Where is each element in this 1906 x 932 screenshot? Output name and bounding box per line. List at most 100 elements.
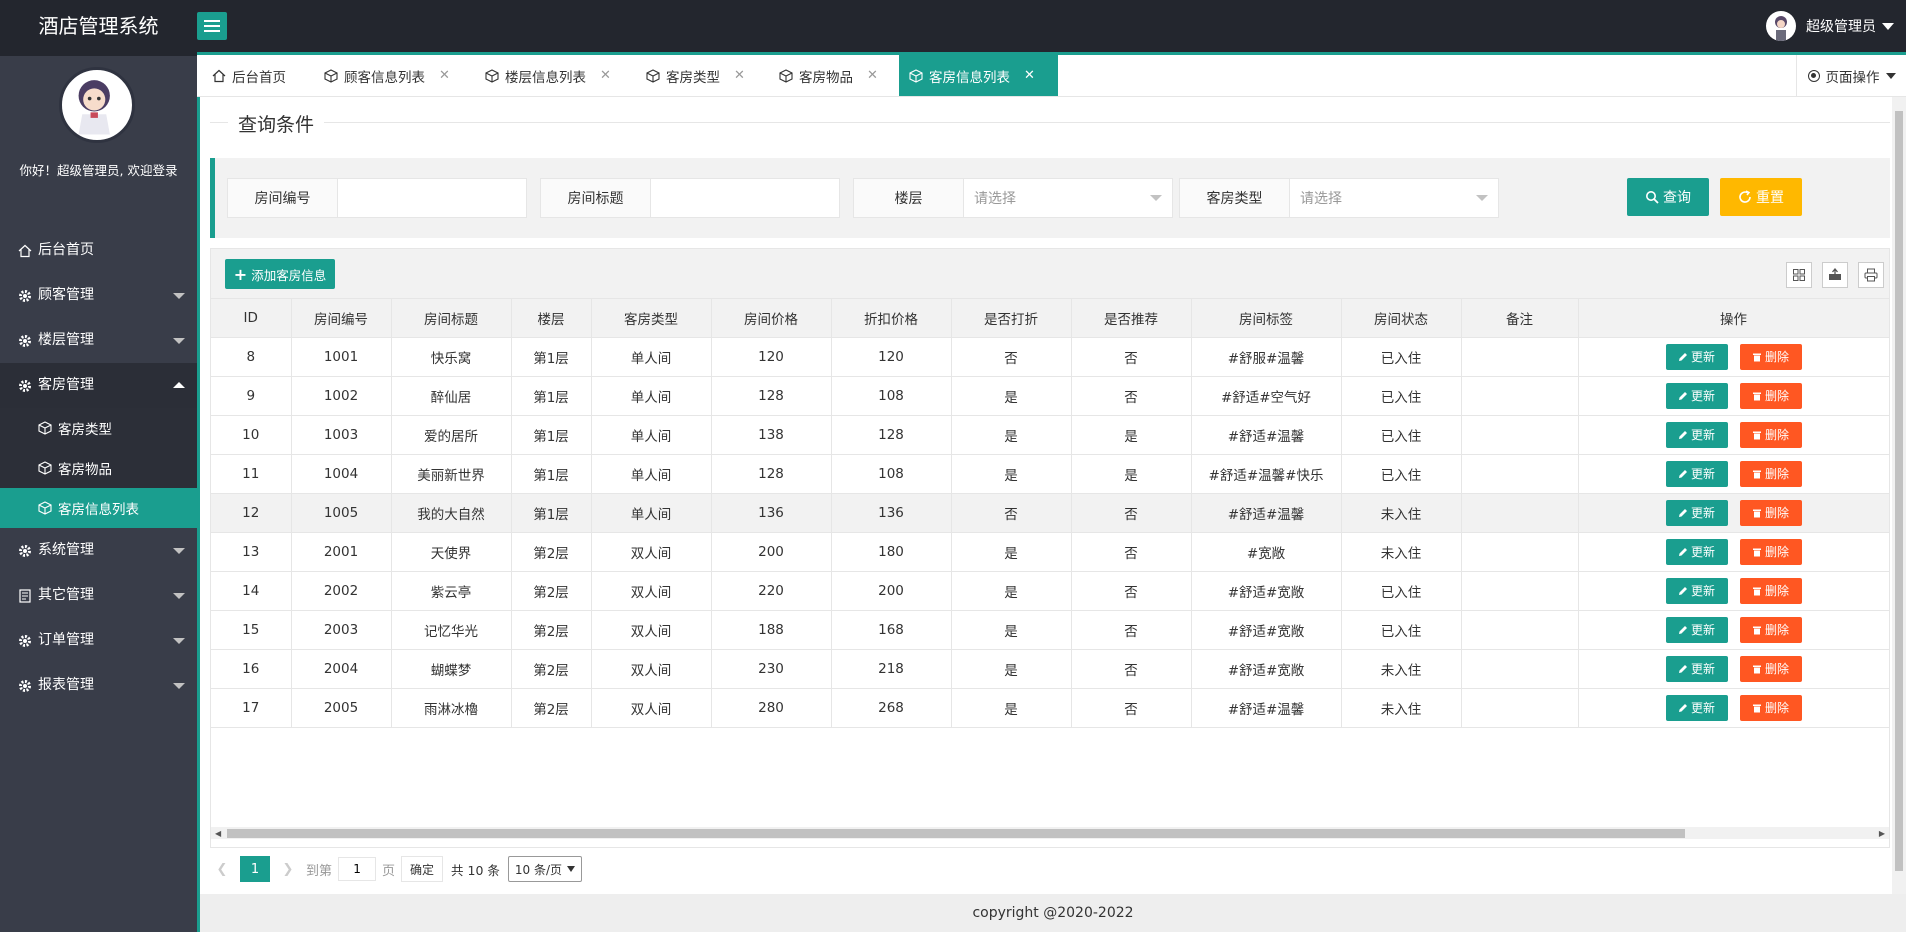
print-icon[interactable] bbox=[1858, 262, 1884, 288]
prev-page-icon[interactable]: ❮ bbox=[210, 856, 234, 882]
tab-room-list[interactable]: 客房信息列表 ✕ bbox=[899, 55, 1058, 96]
search-button[interactable]: 查询 bbox=[1627, 178, 1709, 216]
tab-customers[interactable]: 顾客信息列表 ✕ bbox=[314, 55, 460, 96]
table-row[interactable]: 9 1002 醉仙居 第1层 单人间 128 108 是否 #舒适#空气好 已入住 更新 删除 bbox=[211, 376, 1890, 416]
column-header[interactable]: 客房类型 bbox=[591, 299, 712, 338]
sidebar-item-customers[interactable]: 顾客管理 bbox=[0, 273, 197, 318]
table-row[interactable]: 8 1001 快乐窝 第1层 单人间 120 120 否否 #舒服#温馨 已入住 更新 删除 bbox=[211, 337, 1890, 377]
tab-home[interactable]: 后台首页 bbox=[202, 55, 296, 96]
close-icon[interactable]: ✕ bbox=[439, 68, 450, 83]
scrollbar-thumb[interactable] bbox=[227, 829, 1685, 838]
page-size-select[interactable]: 10 条/页 bbox=[507, 856, 582, 882]
add-room-button[interactable]: + 添加客房信息 bbox=[225, 259, 335, 289]
delete-button[interactable]: 删除 bbox=[1739, 460, 1802, 487]
cell-no: 2004 bbox=[291, 649, 392, 689]
table-row[interactable]: 15 2003 记忆华光 第2层 双人间 188 168 是否 #舒适#宽敞 已入住 更新 删除 bbox=[211, 610, 1890, 650]
room-type-select[interactable]: 请选择 bbox=[1290, 179, 1498, 217]
delete-button[interactable]: 删除 bbox=[1739, 538, 1802, 565]
sidebar-item-floors[interactable]: 楼层管理 bbox=[0, 318, 197, 363]
sidebar-subitem-room-types[interactable]: 客房类型 bbox=[0, 408, 197, 448]
cell-status: 未入住 bbox=[1341, 649, 1462, 689]
delete-button[interactable]: 删除 bbox=[1739, 382, 1802, 409]
tab-floors[interactable]: 楼层信息列表 ✕ bbox=[475, 55, 621, 96]
delete-button[interactable]: 删除 bbox=[1739, 694, 1802, 721]
update-button[interactable]: 更新 bbox=[1665, 421, 1728, 448]
delete-button[interactable]: 删除 bbox=[1739, 655, 1802, 682]
update-label: 更新 bbox=[1690, 623, 1715, 637]
table-row[interactable]: 11 1004 美丽新世界 第1层 单人间 128 108 是是 #舒适#温馨#快乐 已入住 更新删… bbox=[211, 454, 1890, 494]
column-header[interactable]: 备注 bbox=[1461, 299, 1579, 338]
tab-room-types[interactable]: 客房类型 ✕ bbox=[636, 55, 755, 96]
table-row[interactable]: 12 1005 我的大自然 第1层 单人间 136 136 否否 #舒适#温馨 未入住 更新 删除 bbox=[211, 493, 1890, 533]
columns-filter-icon[interactable] bbox=[1786, 262, 1812, 288]
sidebar-item-rooms[interactable]: 客房管理 bbox=[0, 363, 197, 408]
table-row[interactable]: 14 2002 紫云亭 第2层 双人间 220 200 是否 #舒适#宽敞 已入住 更新 删除 bbox=[211, 571, 1890, 611]
table-row[interactable]: 17 2005 雨淋冰櫓 第2层 双人间 280 268 是否 #舒适#温馨 未入住 更新 删除 bbox=[211, 688, 1890, 728]
close-icon[interactable]: ✕ bbox=[867, 68, 878, 83]
room-no-input[interactable] bbox=[338, 179, 526, 217]
close-icon[interactable]: ✕ bbox=[600, 68, 611, 83]
table-row[interactable]: 13 2001 天使界 第2层 双人间 200 180 是否 #宽敞 未入住 更新 删除 bbox=[211, 532, 1890, 572]
update-button[interactable]: 更新 bbox=[1665, 577, 1728, 604]
column-header[interactable]: 折扣价格 bbox=[831, 299, 952, 338]
sidebar-subitem-room-items[interactable]: 客房物品 bbox=[0, 448, 197, 488]
sidebar-item-other[interactable]: 其它管理 bbox=[0, 573, 197, 618]
sidebar-item-system[interactable]: 系统管理 bbox=[0, 528, 197, 573]
column-header[interactable]: 楼层 bbox=[511, 299, 592, 338]
sidebar-item-orders[interactable]: 订单管理 bbox=[0, 618, 197, 663]
cell-note bbox=[1461, 415, 1579, 455]
main-content: 查询条件 房间编号 房间标题 楼层 请选择 客房类型 请选择 查询 重置 + 添… bbox=[200, 97, 1892, 894]
table-row[interactable]: 16 2004 蝴蝶梦 第2层 双人间 230 218 是否 #舒适#宽敞 未入住 更新 删除 bbox=[211, 649, 1890, 689]
scrollbar-thumb[interactable] bbox=[1895, 111, 1903, 871]
sidebar-subitem-room-list[interactable]: 客房信息列表 bbox=[0, 488, 197, 528]
next-page-icon[interactable]: ❯ bbox=[276, 856, 300, 882]
tab-room-items[interactable]: 客房物品 ✕ bbox=[769, 55, 888, 96]
delete-button[interactable]: 删除 bbox=[1739, 343, 1802, 370]
update-button[interactable]: 更新 bbox=[1665, 382, 1728, 409]
column-header[interactable]: 是否打折 bbox=[951, 299, 1072, 338]
delete-label: 删除 bbox=[1764, 428, 1789, 442]
cell-discount-price: 108 bbox=[831, 376, 952, 416]
cell-status: 已入住 bbox=[1341, 571, 1462, 611]
column-header[interactable]: 房间价格 bbox=[711, 299, 832, 338]
update-button[interactable]: 更新 bbox=[1665, 499, 1728, 526]
cell-actions: 更新 删除 bbox=[1577, 376, 1890, 416]
scroll-right-icon[interactable]: ▶ bbox=[1879, 829, 1885, 838]
scroll-left-icon[interactable]: ◀ bbox=[215, 829, 221, 838]
sidebar-item-reports[interactable]: 报表管理 bbox=[0, 663, 197, 708]
close-icon[interactable]: ✕ bbox=[734, 68, 745, 83]
menu-toggle-button[interactable] bbox=[197, 12, 227, 40]
update-button[interactable]: 更新 bbox=[1665, 343, 1728, 370]
delete-button[interactable]: 删除 bbox=[1739, 577, 1802, 604]
close-icon[interactable]: ✕ bbox=[1024, 68, 1035, 83]
export-icon[interactable] bbox=[1822, 262, 1848, 288]
table-row[interactable]: 10 1003 爱的居所 第1层 单人间 138 128 是是 #舒适#温馨 已入住 更新 删除 bbox=[211, 415, 1890, 455]
delete-button[interactable]: 删除 bbox=[1739, 499, 1802, 526]
delete-button[interactable]: 删除 bbox=[1739, 616, 1802, 643]
page-confirm-button[interactable]: 确定 bbox=[401, 856, 444, 882]
reset-button[interactable]: 重置 bbox=[1720, 178, 1802, 216]
update-button[interactable]: 更新 bbox=[1665, 538, 1728, 565]
page-operations-menu[interactable]: 页面操作 bbox=[1796, 55, 1906, 96]
page-jump-input[interactable] bbox=[338, 857, 377, 881]
vertical-scrollbar[interactable] bbox=[1892, 97, 1906, 894]
column-header[interactable]: 房间标签 bbox=[1191, 299, 1342, 338]
update-button[interactable]: 更新 bbox=[1665, 655, 1728, 682]
floor-select[interactable]: 请选择 bbox=[964, 179, 1172, 217]
horizontal-scrollbar[interactable]: ◀ ▶ bbox=[211, 827, 1889, 839]
cell-id: 16 bbox=[211, 649, 292, 689]
column-header[interactable]: 房间标题 bbox=[391, 299, 512, 338]
update-button[interactable]: 更新 bbox=[1665, 616, 1728, 643]
sidebar-item-home[interactable]: 后台首页 bbox=[0, 228, 197, 273]
column-header[interactable]: 房间编号 bbox=[291, 299, 392, 338]
column-header[interactable]: ID bbox=[211, 299, 292, 338]
delete-button[interactable]: 删除 bbox=[1739, 421, 1802, 448]
column-header[interactable]: 是否推荐 bbox=[1071, 299, 1192, 338]
column-header[interactable]: 房间状态 bbox=[1341, 299, 1462, 338]
room-title-input[interactable] bbox=[651, 179, 839, 217]
update-button[interactable]: 更新 bbox=[1665, 460, 1728, 487]
user-menu[interactable]: 超级管理员 bbox=[1766, 10, 1894, 42]
update-button[interactable]: 更新 bbox=[1665, 694, 1728, 721]
page-current[interactable]: 1 bbox=[240, 856, 270, 882]
column-header[interactable]: 操作 bbox=[1577, 299, 1890, 338]
